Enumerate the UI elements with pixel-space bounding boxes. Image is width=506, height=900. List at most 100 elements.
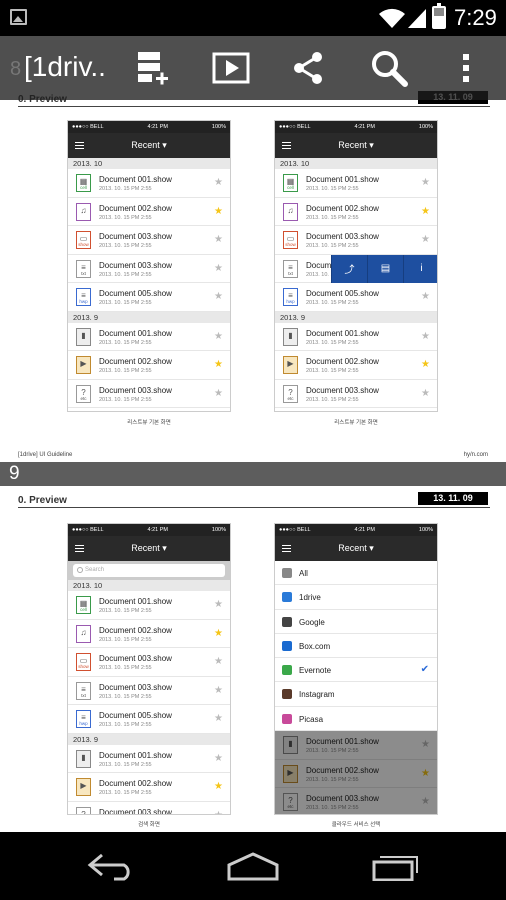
info-icon[interactable]: i [403,254,437,283]
star-outline-icon[interactable]: ★ [214,810,223,815]
star-filled-icon[interactable]: ★ [214,781,223,792]
star-filled-icon[interactable]: ★ [214,359,223,370]
file-date: 2013. 10. 15 PM 2:55 [99,339,152,346]
file-name: Document 001.show [306,175,379,184]
file-row[interactable]: ♫ Document 002.show 2013. 10. 15 PM 2:55 ★ [275,197,437,226]
cloud-option[interactable]: Instagram [275,682,437,707]
file-row[interactable]: ?etcDocument 003.show2013. 10. 15 PM 2:5… [68,801,230,815]
file-row[interactable]: ≡ hwp Document 005.show 2013. 10. 15 PM 2:5… [68,705,230,734]
cloud-option[interactable]: Google [275,609,437,634]
file-glyph: ▮ [81,330,86,340]
star-outline-icon[interactable]: ★ [214,234,223,245]
phone-caption: 클라우드 서비스 선택 [331,822,381,828]
divider [18,106,490,107]
file-date: 2013. 10. 15 PM 2:55 [99,665,152,671]
file-row[interactable]: ▭ show Document 003.show 2013. 10. 15 PM 2:… [68,226,230,255]
file-row[interactable]: ?etcDocument 003.show2013. 10. 15 PM 2:5… [68,379,230,408]
cloud-option[interactable]: Evernote ✔ [275,658,437,683]
file-row[interactable]: ≡txtDocument 003.show2013. 10. 15 PM 2:5… [68,676,230,705]
file-row[interactable]: ♫ Document 002.show 2013. 10. 15 PM 2:55 ★ [68,619,230,648]
file-hwp-icon: ≡ hwp [283,288,298,306]
star-filled-icon[interactable]: ★ [214,206,223,217]
star-outline-icon[interactable]: ★ [421,388,430,399]
document-viewer[interactable]: 0. Preview 13. 11. 09 ●●●○○ BELL 4:21 PM… [0,91,506,832]
star-outline-icon[interactable]: ★ [214,263,223,274]
footer-left: [1drive] UI Guideline [18,452,73,458]
star-filled-icon[interactable]: ★ [421,206,430,217]
file-row[interactable]: ≡txtDocument 003.show2013. 10. 15 PM 2:5… [68,254,230,283]
file-name: Document 003.show [306,385,379,395]
file-row[interactable]: ▦ cell Document 001.show 2013. 10. 15 PM 2:… [68,591,230,620]
file-mov-icon: ▶ [76,356,91,374]
move-icon[interactable]: ▤ [367,254,403,283]
document-title[interactable]: [1driv... [24,51,108,83]
star-outline-icon[interactable]: ★ [214,753,223,764]
phone-caption: 검색 화면 [138,822,160,828]
slideshow-button[interactable] [207,44,255,92]
star-filled-icon[interactable]: ★ [421,359,430,370]
star-outline-icon[interactable]: ★ [421,291,430,302]
cloud-option[interactable]: Picasa [275,706,437,732]
cloud-option[interactable]: 1drive [275,585,437,610]
file-row[interactable]: ≡ hwp Document 005.show 2013. 10. 15 PM 2:5… [68,283,230,312]
star-outline-icon[interactable]: ★ [214,177,223,188]
file-row[interactable]: ▭ show Document 003.show 2013. 10. 15 PM 2:… [68,648,230,677]
star-outline-icon[interactable]: ★ [214,388,223,399]
file-zip-icon: ▮ [283,327,298,346]
phone-nav-bar: Recent ▾ [68,536,230,561]
file-row[interactable]: ▶ Document 002.show 2013. 10. 15 PM 2:55 ★ [68,351,230,380]
file-row[interactable]: ▶ Document 002.show 2013. 10. 15 PM 2:55 ★ [68,773,230,802]
phone-clock: 4:21 PM [354,527,375,533]
file-row[interactable]: ▦ cell Document 001.show 2013. 10. 15 PM 2:… [68,169,230,198]
file-row[interactable]: ?etcDocument 003.show2013. 10. 15 PM 2:5… [275,379,437,408]
file-row[interactable]: ≡ hwp Document 005.show 2013. 10. 15 PM 2:5… [275,283,437,312]
file-row[interactable]: ▮ Document 001.show 2013. 10. 15 PM 2:55 ★ [68,744,230,773]
file-zip-icon: ▮ [76,749,91,768]
home-button[interactable] [223,848,283,884]
star-outline-icon[interactable]: ★ [421,234,430,245]
file-date: 2013. 10. 15 PM 2:55 [99,608,152,614]
star-outline-icon[interactable]: ★ [214,291,223,302]
star-outline-icon[interactable]: ★ [214,656,223,667]
cloud-option[interactable]: Box.com [275,633,437,659]
file-row[interactable]: ▶ Document 002.show 2013. 10. 15 PM 2:55 ★ [275,351,437,380]
search-button[interactable] [365,44,413,92]
cloud-option[interactable]: All [275,561,437,586]
file-row[interactable]: ▦ cell Document 001.show 2013. 10. 15 PM 2:… [275,169,437,198]
file-list: ▮ Document 001.show 2013. 10. 15 PM 2:55 ★ ▶… [275,322,437,408]
back-button[interactable] [82,848,142,884]
dim-overlay [275,731,437,814]
file-row[interactable]: ♫ Document 002.show 2013. 10. 15 PM 2:55 ★ [68,197,230,226]
more-vertical-icon [463,54,469,82]
star-outline-icon[interactable]: ★ [214,685,223,696]
file-name: Document 003.show [99,807,172,815]
star-outline-icon[interactable]: ★ [421,177,430,188]
recent-apps-button[interactable] [364,848,424,884]
file-name: Document 005.show [99,711,172,720]
file-hwp-icon: ≡ hwp [76,710,91,728]
cloud-service-icon [282,640,292,651]
file-show-icon: ▭ show [76,231,91,249]
add-bookmark-button[interactable] [128,44,176,92]
file-row[interactable]: ≡txtDocument 003.show2013. 10. 15 PM 2:5… [275,254,437,283]
star-outline-icon[interactable]: ★ [214,713,223,724]
file-row[interactable]: ▮ Document 001.show 2013. 10. 15 PM 2:55 ★ [275,322,437,351]
file-row[interactable]: ▭ show Document 003.show 2013. 10. 15 PM 2:… [275,226,437,255]
star-outline-icon[interactable]: ★ [421,331,430,342]
file-date: 2013. 10. 15 PM 2:55 [306,368,359,374]
file-etc-icon: ?etc [283,384,298,403]
share-button[interactable] [285,44,333,92]
file-list: ▦ cell Document 001.show 2013. 10. 15 PM 2:… [68,169,230,312]
file-row[interactable]: ▮ Document 001.show 2013. 10. 15 PM 2:55 ★ [68,322,230,351]
share-icon[interactable]: ⤴ [331,254,367,283]
star-outline-icon[interactable]: ★ [214,331,223,342]
file-name: Document 002.show [99,779,172,788]
overflow-menu-button[interactable] [442,44,490,92]
file-date: 2013. 10. 15 PM 2:55 [99,186,152,192]
status-bar: 7:29 [0,0,506,36]
star-outline-icon[interactable]: ★ [214,599,223,610]
cloud-service-icon [282,616,292,627]
phone-battery: 100% [211,527,226,533]
file-date: 2013. 10. 15 PM 2:55 [306,214,359,221]
star-filled-icon[interactable]: ★ [214,628,223,639]
